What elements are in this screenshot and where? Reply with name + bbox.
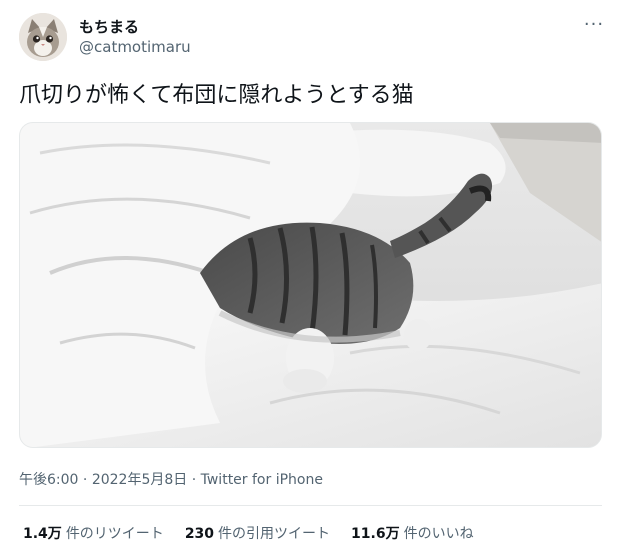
likes-count: 11.6万 <box>351 526 400 542</box>
author-handle[interactable]: @catmotimaru <box>79 38 191 56</box>
tweet-photo[interactable] <box>19 122 602 448</box>
likes-label: 件のいいね <box>403 526 474 542</box>
tweet-source-link[interactable]: Twitter for iPhone <box>201 472 323 488</box>
meta-separator: · <box>187 472 201 488</box>
more-dots-icon: ··· <box>583 13 605 35</box>
retweets-label: 件のリツイート <box>65 526 164 542</box>
quotes-label: 件の引用ツイート <box>218 526 331 542</box>
tweet-date[interactable]: 2022年5月8日 <box>92 472 187 488</box>
retweets-count: 1.4万 <box>23 526 62 542</box>
likes-stat[interactable]: 11.6万 件のいいね <box>351 523 474 543</box>
tweet-stats: 1.4万 件のリツイート 230 件の引用ツイート 11.6万 件のいいね <box>23 523 495 543</box>
quotes-stat[interactable]: 230 件の引用ツイート <box>185 523 330 543</box>
avatar[interactable] <box>19 13 67 61</box>
meta-separator: · <box>78 472 92 488</box>
cat-face-avatar-icon <box>19 13 67 61</box>
more-options-button[interactable]: ··· <box>583 13 605 35</box>
tweet-meta: 午後6:00 · 2022年5月8日 · Twitter for iPhone <box>19 469 323 489</box>
divider <box>19 505 602 506</box>
author-display-name[interactable]: もちまる <box>79 16 139 37</box>
tweet-time[interactable]: 午後6:00 <box>19 472 78 488</box>
tweet-text: 爪切りが怖くて布団に隠れようとする猫 <box>19 83 414 108</box>
quotes-count: 230 <box>184 526 215 542</box>
tweet-photo-image <box>20 123 601 447</box>
retweets-stat[interactable]: 1.4万 件のリツイート <box>23 523 164 543</box>
